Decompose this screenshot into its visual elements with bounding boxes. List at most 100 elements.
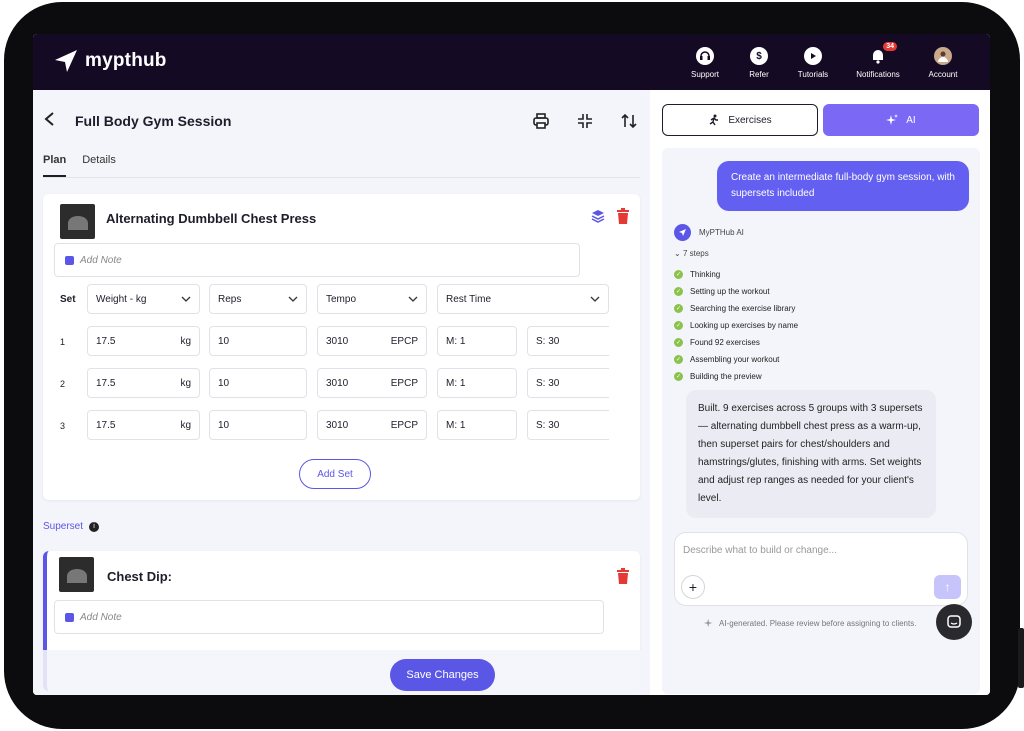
reps-value: 10 bbox=[218, 419, 230, 431]
brand-logo[interactable]: mypthub bbox=[53, 48, 167, 74]
step-label: Building the preview bbox=[690, 372, 762, 381]
chevron-down-icon bbox=[288, 296, 298, 302]
rest-minutes-input[interactable]: M: 1 bbox=[437, 410, 517, 440]
rest-seconds-value: S: 30 bbox=[536, 419, 560, 431]
steps-toggle[interactable]: ⌄ 7 steps bbox=[674, 249, 709, 258]
send-arrow-icon[interactable]: ↑ bbox=[934, 575, 961, 599]
weight-unit-select[interactable]: Weight - kg bbox=[87, 284, 200, 314]
reps-input[interactable]: 10 bbox=[209, 410, 307, 440]
superset-text: Superset bbox=[43, 521, 84, 532]
tab-exercises[interactable]: Exercises bbox=[662, 104, 818, 136]
attach-plus-icon[interactable]: + bbox=[681, 575, 705, 599]
tab-ai[interactable]: AI bbox=[823, 104, 979, 136]
reps-value: 10 bbox=[218, 377, 230, 389]
tempo-input[interactable]: 3010 EPCP bbox=[317, 410, 427, 440]
headset-icon bbox=[696, 47, 714, 65]
nav-account[interactable]: Account bbox=[916, 47, 970, 79]
rest-seconds-input[interactable]: S: 30 bbox=[527, 326, 609, 356]
weight-input[interactable]: 17.5 kg bbox=[87, 368, 200, 398]
layers-icon[interactable] bbox=[590, 208, 606, 229]
chat-input[interactable]: Describe what to build or change... + ↑ bbox=[674, 532, 968, 606]
rest-seconds-input[interactable]: S: 30 bbox=[527, 410, 609, 440]
tempo-value: 3010 bbox=[326, 335, 349, 347]
exercise-name: Chest Dip: bbox=[107, 569, 172, 584]
ai-disclaimer: AI-generated. Please review before assig… bbox=[704, 618, 916, 628]
set-number: 3 bbox=[60, 421, 66, 431]
check-icon: ✓ bbox=[674, 338, 683, 347]
bell-icon: 34 bbox=[869, 42, 897, 65]
reps-select[interactable]: Reps bbox=[209, 284, 307, 314]
check-icon: ✓ bbox=[674, 287, 683, 296]
weight-input[interactable]: 17.5 kg bbox=[87, 326, 200, 356]
reps-value: 10 bbox=[218, 335, 230, 347]
nav-tutorials[interactable]: Tutorials bbox=[786, 47, 840, 79]
tab-ai-label: AI bbox=[906, 114, 916, 126]
step-item: ✓ Searching the exercise library bbox=[674, 300, 798, 317]
tempo-unit: EPCP bbox=[390, 335, 418, 347]
chat-thread: Create an intermediate full-body gym ses… bbox=[662, 148, 980, 694]
print-icon[interactable] bbox=[530, 110, 552, 132]
step-item: ✓ Found 92 exercises bbox=[674, 334, 798, 351]
weight-input[interactable]: 17.5 kg bbox=[87, 410, 200, 440]
support-chat-button[interactable] bbox=[936, 604, 972, 640]
step-label: Found 92 exercises bbox=[690, 338, 760, 347]
weight-unit: kg bbox=[180, 419, 191, 431]
set-label: Set bbox=[60, 293, 76, 305]
save-changes-button[interactable]: Save Changes bbox=[390, 659, 495, 691]
tab-details[interactable]: Details bbox=[82, 154, 116, 177]
page-title: Full Body Gym Session bbox=[75, 113, 232, 129]
disclaimer-text: AI-generated. Please review before assig… bbox=[719, 618, 917, 628]
steps-list: ✓ Thinking ✓ Setting up the workout ✓ Searc… bbox=[674, 266, 798, 385]
tempo-value: 3010 bbox=[326, 377, 349, 389]
step-label: Setting up the workout bbox=[690, 287, 770, 296]
nav-support[interactable]: Support bbox=[678, 47, 732, 79]
dollar-icon: $ bbox=[750, 47, 768, 65]
reps-input[interactable]: 10 bbox=[209, 326, 307, 356]
tempo-input[interactable]: 3010 EPCP bbox=[317, 326, 427, 356]
sparkle-icon bbox=[704, 618, 713, 628]
tempo-select-label: Tempo bbox=[326, 293, 357, 305]
sort-icon[interactable] bbox=[618, 110, 640, 132]
step-label: Thinking bbox=[690, 270, 721, 279]
exercise-actions bbox=[590, 208, 630, 229]
delete-trash-icon[interactable] bbox=[616, 568, 630, 589]
add-note-field[interactable]: Add Note bbox=[54, 243, 580, 277]
steps-count: 7 steps bbox=[682, 249, 709, 258]
reps-input[interactable]: 10 bbox=[209, 368, 307, 398]
rest-minutes-input[interactable]: M: 1 bbox=[437, 326, 517, 356]
nav-account-label: Account bbox=[928, 70, 958, 79]
nav-refer-label: Refer bbox=[749, 70, 769, 79]
nav-refer[interactable]: $ Refer bbox=[732, 47, 786, 79]
nav-tutorials-label: Tutorials bbox=[797, 70, 829, 79]
nav-support-label: Support bbox=[690, 70, 720, 79]
chevron-down-icon bbox=[181, 296, 191, 302]
chat-input-placeholder: Describe what to build or change... bbox=[683, 545, 837, 556]
tempo-select[interactable]: Tempo bbox=[317, 284, 427, 314]
tempo-input[interactable]: 3010 EPCP bbox=[317, 368, 427, 398]
rest-minutes-value: M: 1 bbox=[446, 335, 466, 347]
reps-select-label: Reps bbox=[218, 293, 242, 305]
save-bar-backdrop bbox=[33, 650, 650, 695]
info-icon[interactable]: i bbox=[89, 521, 100, 532]
rest-seconds-input[interactable]: S: 30 bbox=[527, 368, 609, 398]
delete-trash-icon[interactable] bbox=[616, 208, 630, 229]
tab-plan[interactable]: Plan bbox=[43, 154, 67, 177]
logo-arrow-icon bbox=[55, 50, 77, 72]
notifications-count-badge: 34 bbox=[883, 42, 897, 51]
add-set-button[interactable]: Add Set bbox=[299, 459, 371, 489]
rest-time-select[interactable]: Rest Time bbox=[437, 284, 609, 314]
ai-assistant-panel: Exercises AI Create an intermediate full… bbox=[650, 90, 990, 695]
nav-notifications[interactable]: 34 Notifications bbox=[840, 42, 916, 79]
tempo-unit: EPCP bbox=[390, 419, 418, 431]
check-icon: ✓ bbox=[674, 304, 683, 313]
step-item: ✓ Assembling your workout bbox=[674, 351, 798, 368]
rest-minutes-input[interactable]: M: 1 bbox=[437, 368, 517, 398]
rest-time-select-label: Rest Time bbox=[446, 293, 492, 305]
chevron-down-icon: ⌄ bbox=[674, 249, 681, 258]
collapse-icon[interactable] bbox=[574, 110, 596, 132]
weight-unit: kg bbox=[180, 335, 191, 347]
add-note-field[interactable]: Add Note bbox=[54, 600, 604, 634]
assistant-avatar-icon bbox=[674, 224, 691, 241]
back-arrow-icon[interactable] bbox=[43, 110, 63, 133]
step-item: ✓ Building the preview bbox=[674, 368, 798, 385]
